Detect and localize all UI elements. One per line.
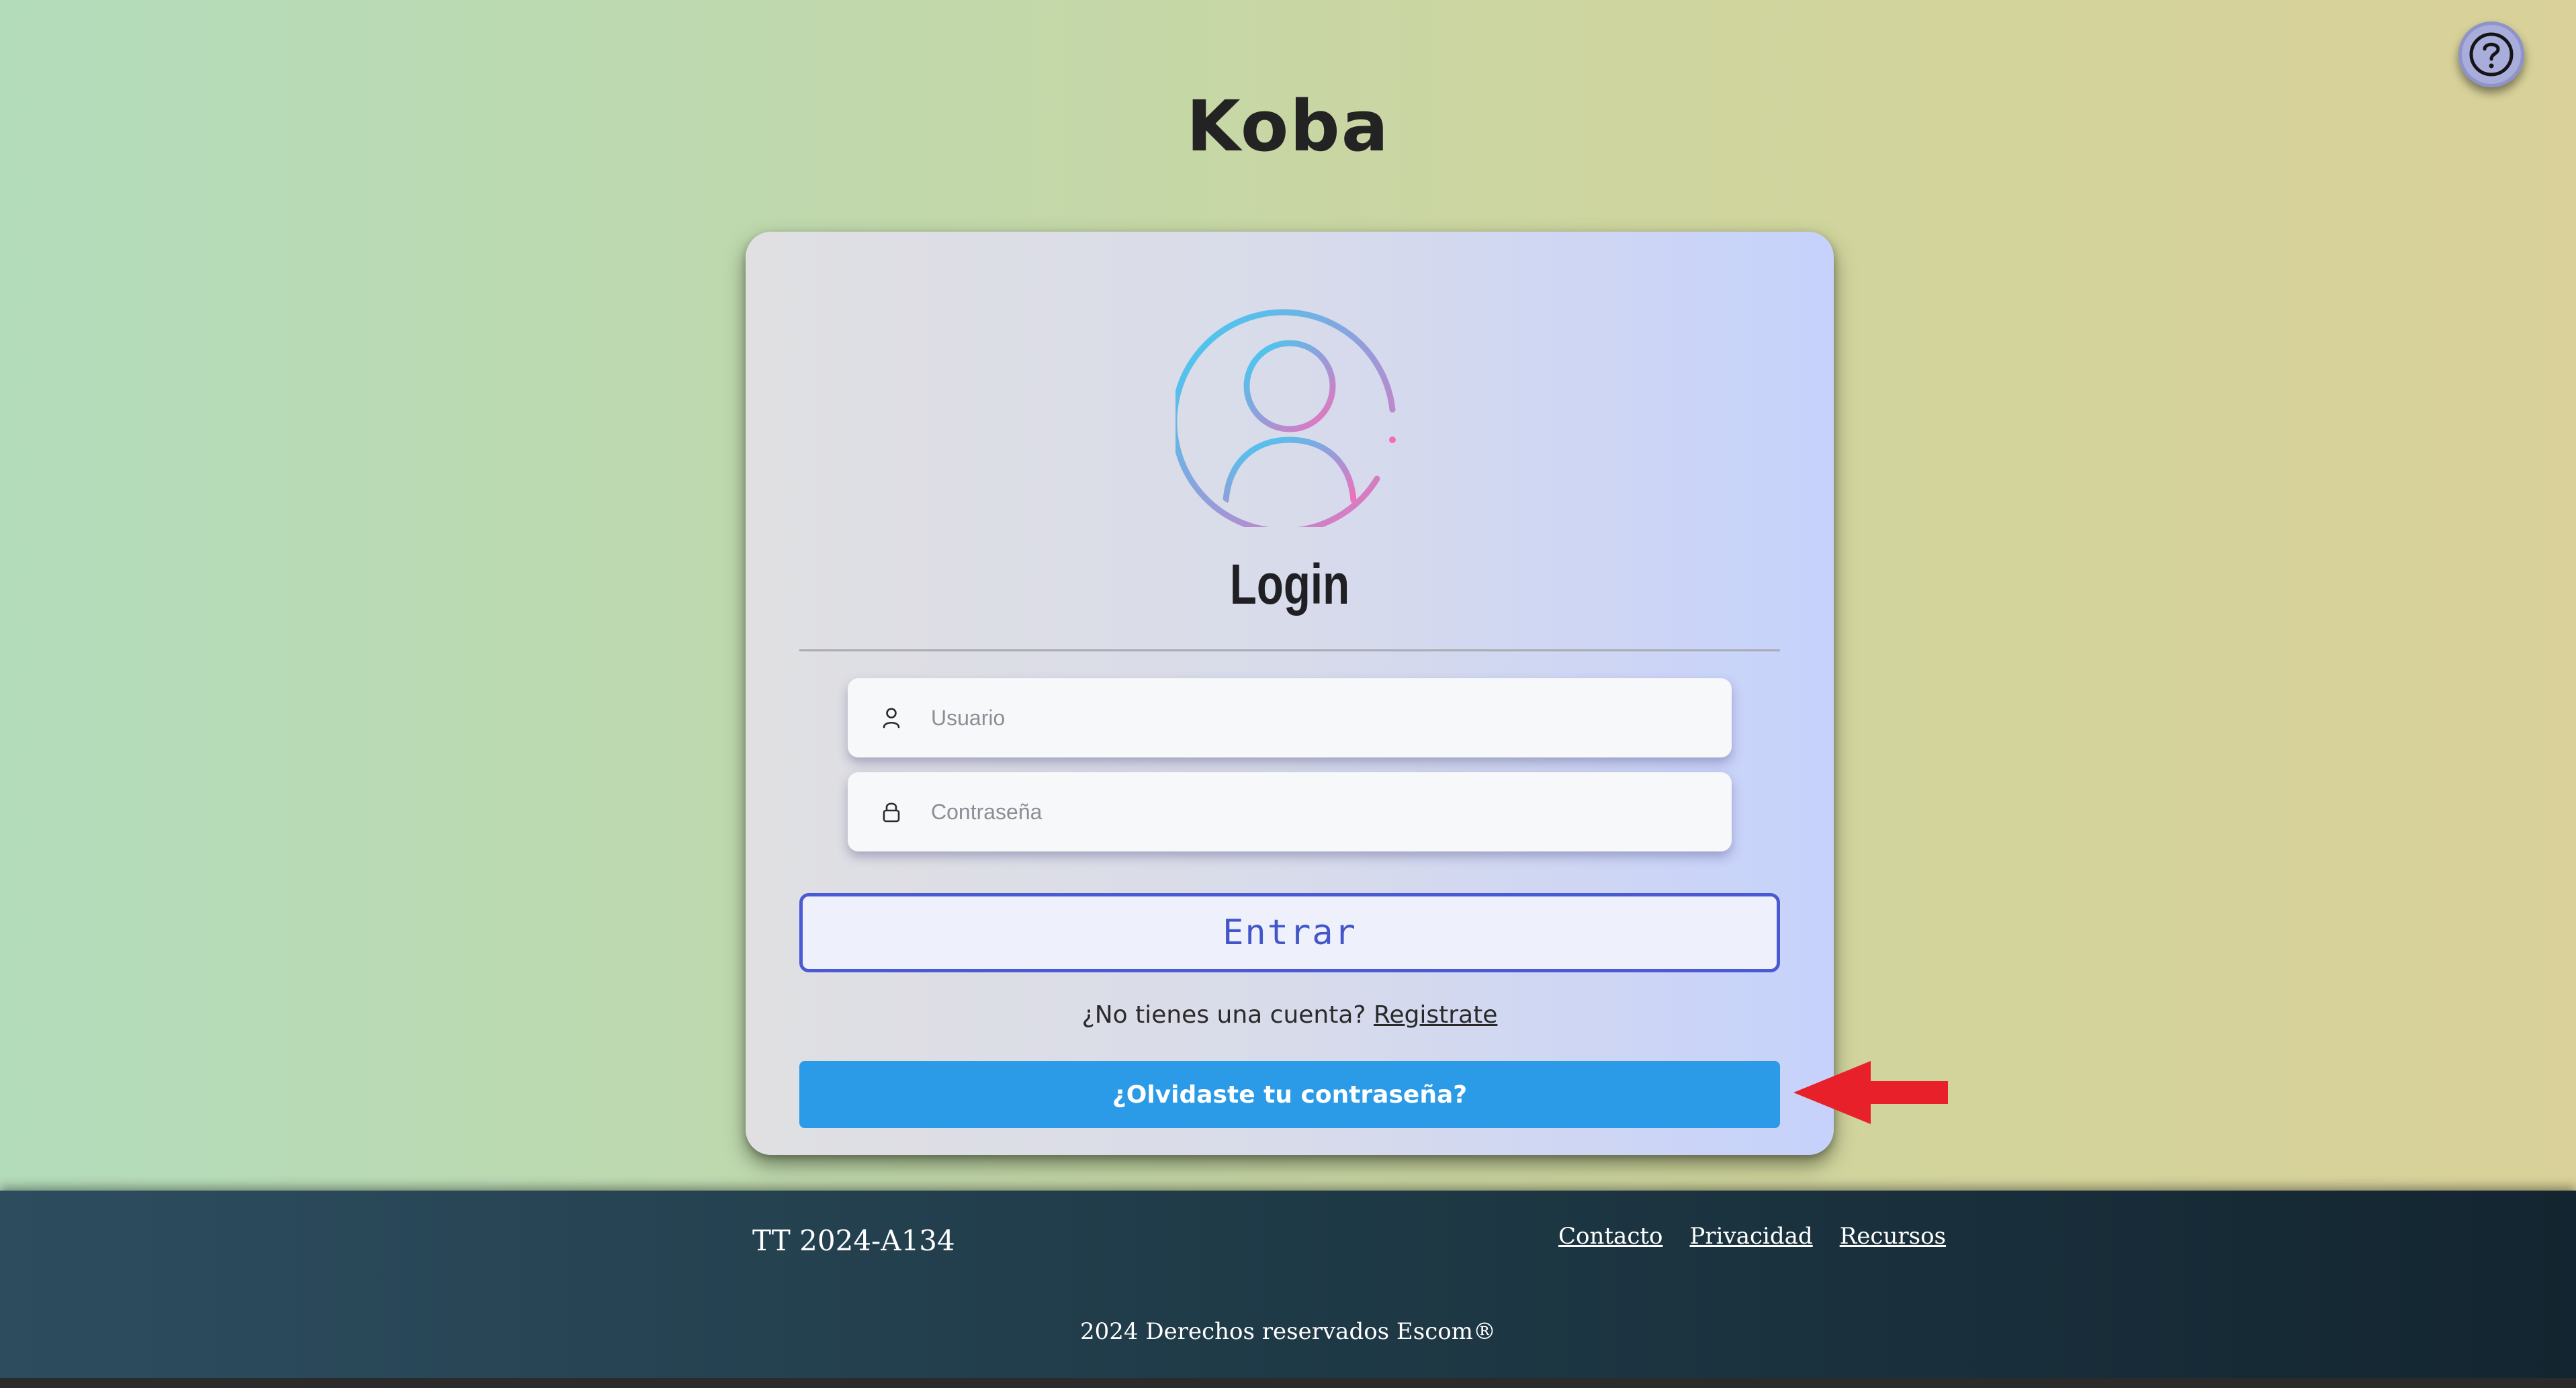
entrar-button[interactable]: Entrar: [799, 893, 1780, 972]
login-card: Login Entrar ¿No tienes una cuenta? Regi…: [746, 232, 1834, 1155]
footer-code: TT 2024-A134: [752, 1224, 955, 1257]
password-input[interactable]: [930, 791, 1705, 833]
register-link[interactable]: Registrate: [1374, 1001, 1497, 1029]
footer-link-contacto[interactable]: Contacto: [1558, 1216, 1663, 1256]
footer: TT 2024-A134 Contacto Privacidad Recurso…: [0, 1191, 2576, 1388]
forgot-password-button[interactable]: ¿Olvidaste tu contraseña?: [799, 1061, 1780, 1128]
footer-links: Contacto Privacidad Recursos: [1558, 1216, 1946, 1256]
password-field[interactable]: [848, 772, 1732, 851]
register-line: ¿No tienes una cuenta? Registrate: [746, 999, 1834, 1032]
register-prompt: ¿No tienes una cuenta?: [1081, 1001, 1366, 1029]
footer-link-recursos[interactable]: Recursos: [1840, 1216, 1946, 1256]
help-circle-icon: [2469, 32, 2514, 77]
bottom-strip: [0, 1378, 2576, 1388]
app-title: Koba: [1186, 85, 1390, 167]
lock-icon: [878, 798, 905, 825]
username-input[interactable]: [930, 697, 1705, 739]
red-arrow-left-icon: [1793, 1061, 1948, 1124]
divider: [799, 649, 1780, 651]
username-field[interactable]: [848, 678, 1732, 757]
help-button[interactable]: [2458, 21, 2524, 87]
footer-link-privacidad[interactable]: Privacidad: [1690, 1216, 1813, 1256]
user-circle-icon: [1175, 309, 1396, 527]
login-heading: Login: [1229, 553, 1350, 616]
footer-copyright: 2024 Derechos reservados Escom®: [1080, 1318, 1496, 1345]
user-icon: [878, 704, 905, 731]
